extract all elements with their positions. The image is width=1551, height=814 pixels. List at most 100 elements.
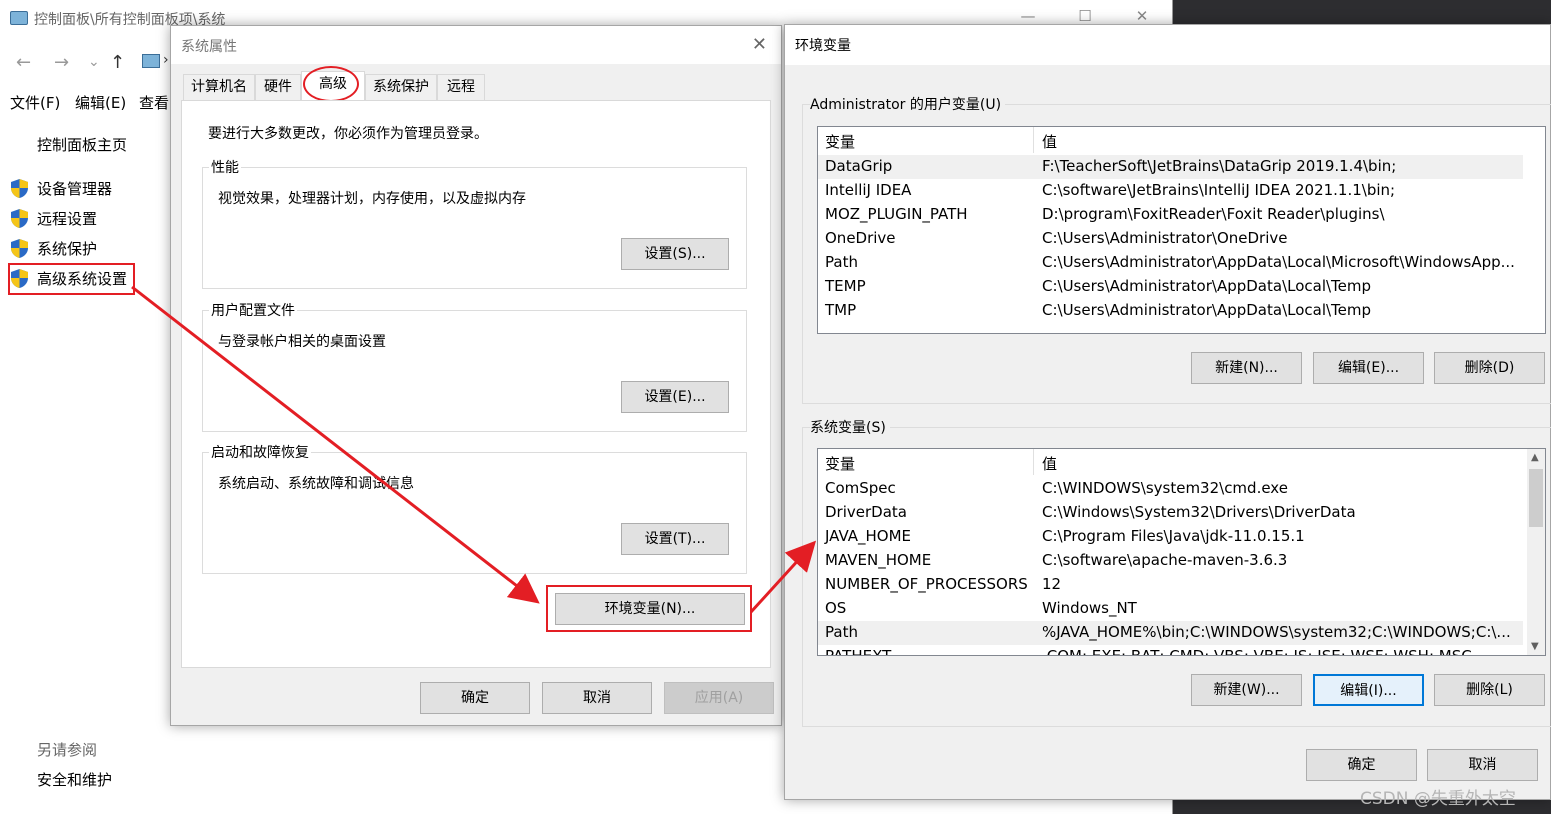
environment-variables-dialog: 环境变量 Administrator 的用户变量(U) 变量 值 DataGri… [784,24,1551,800]
table-row[interactable]: Path C:\Users\Administrator\AppData\Loca… [818,251,1523,275]
variable-name: OS [825,599,846,617]
menu-edit[interactable]: 编辑(E) [75,92,126,113]
variable-name: DataGrip [825,157,892,175]
breadcrumb-chevron-icon[interactable]: › [163,52,169,68]
performance-group: 性能 视觉效果，处理器计划，内存使用，以及虚拟内存 设置(S)... [202,167,747,289]
maximize-button[interactable]: ☐ [1075,6,1095,26]
column-value-header[interactable]: 值 [1042,131,1057,152]
user-variables-table[interactable]: 变量 值 DataGrip F:\TeacherSoft\JetBrains\D… [817,126,1546,334]
menu-file[interactable]: 文件(F) [10,92,60,113]
table-row[interactable]: ComSpec C:\WINDOWS\system32\cmd.exe [818,477,1523,501]
table-row[interactable]: IntelliJ IDEA C:\software\JetBrains\Inte… [818,179,1523,203]
table-row[interactable]: DataGrip F:\TeacherSoft\JetBrains\DataGr… [818,155,1523,179]
table-row[interactable]: MAVEN_HOME C:\software\apache-maven-3.6.… [818,549,1523,573]
variable-value: C:\Windows\System32\Drivers\DriverData [1042,503,1522,521]
security-maintenance-link[interactable]: 安全和维护 [37,769,112,790]
close-icon[interactable]: ✕ [752,34,767,55]
user-edit-button[interactable]: 编辑(E)... [1313,352,1424,384]
column-name-header[interactable]: 变量 [825,453,855,474]
table-row[interactable]: DriverData C:\Windows\System32\Drivers\D… [818,501,1523,525]
column-divider[interactable] [1033,449,1034,475]
menu-view[interactable]: 查看 [139,92,169,113]
sidebar-home-link[interactable]: 控制面板主页 [37,134,127,155]
user-new-button[interactable]: 新建(N)... [1191,352,1302,384]
performance-settings-button[interactable]: 设置(S)... [621,238,729,270]
ok-button[interactable]: 确定 [1306,749,1417,781]
variable-value: Windows_NT [1042,599,1522,617]
up-arrow-icon[interactable]: ↑ [110,52,125,73]
ok-button[interactable]: 确定 [420,682,530,714]
startup-recovery-description: 系统启动、系统故障和调试信息 [218,473,414,493]
history-dropdown-icon[interactable]: ⌄ [88,54,100,70]
column-divider[interactable] [1033,127,1034,153]
variable-name: Path [825,623,858,641]
performance-description: 视觉效果，处理器计划，内存使用，以及虚拟内存 [218,188,526,208]
table-row[interactable]: TMP C:\Users\Administrator\AppData\Local… [818,299,1523,323]
sidebar-item-system-protection[interactable]: 系统保护 [37,238,97,259]
variable-name: ComSpec [825,479,896,497]
variable-value: 12 [1042,575,1522,593]
computer-icon [10,11,28,25]
variable-value: F:\TeacherSoft\JetBrains\DataGrip 2019.1… [1042,157,1522,175]
variable-name: OneDrive [825,229,896,247]
environment-variables-titlebar: 环境变量 [785,25,1550,65]
variable-name: TEMP [825,277,866,295]
column-value-header[interactable]: 值 [1042,453,1057,474]
variable-name: MOZ_PLUGIN_PATH [825,205,968,223]
tab-hardware[interactable]: 硬件 [255,74,301,100]
sidebar-item-remote-settings[interactable]: 远程设置 [37,208,97,229]
minimize-button[interactable]: — [1018,6,1038,26]
variable-value: C:\software\apache-maven-3.6.3 [1042,551,1522,569]
user-profiles-description: 与登录帐户相关的桌面设置 [218,331,386,351]
system-properties-dialog: 系统属性 ✕ 计算机名 硬件 高级 系统保护 远程 要进行大多数更改，你必须作为… [170,25,782,726]
tab-system-protection[interactable]: 系统保护 [365,74,437,100]
tab-remote[interactable]: 远程 [437,74,485,100]
system-new-button[interactable]: 新建(W)... [1191,674,1302,706]
variable-name: NUMBER_OF_PROCESSORS [825,575,1028,593]
user-profiles-settings-button[interactable]: 设置(E)... [621,381,729,413]
vertical-scrollbar[interactable]: ▲ ▼ [1527,449,1545,655]
sidebar-item-device-manager[interactable]: 设备管理器 [37,178,112,199]
performance-label: 性能 [209,157,241,177]
column-name-header[interactable]: 变量 [825,131,855,152]
startup-recovery-group: 启动和故障恢复 系统启动、系统故障和调试信息 设置(T)... [202,452,747,574]
table-row[interactable]: OneDrive C:\Users\Administrator\OneDrive [818,227,1523,251]
user-delete-button[interactable]: 删除(D) [1434,352,1545,384]
system-variables-table[interactable]: 变量 值 ComSpec C:\WINDOWS\system32\cmd.exe… [817,448,1546,656]
shield-icon [10,178,29,199]
variable-value: C:\Users\Administrator\OneDrive [1042,229,1522,247]
scroll-up-icon[interactable]: ▲ [1531,452,1539,463]
forward-arrow-icon[interactable]: → [54,52,69,73]
cancel-button[interactable]: 取消 [542,682,652,714]
table-row[interactable]: JAVA_HOME C:\Program Files\Java\jdk-11.0… [818,525,1523,549]
user-profiles-label: 用户配置文件 [209,300,297,320]
table-row[interactable]: MOZ_PLUGIN_PATH D:\program\FoxitReader\F… [818,203,1523,227]
table-row[interactable]: Path %JAVA_HOME%\bin;C:\WINDOWS\system32… [818,621,1523,645]
table-row[interactable]: OS Windows_NT [818,597,1523,621]
advanced-tab-panel: 要进行大多数更改，你必须作为管理员登录。 性能 视觉效果，处理器计划，内存使用，… [181,100,771,668]
close-button[interactable]: ✕ [1132,6,1152,26]
scroll-thumb[interactable] [1529,469,1543,527]
startup-recovery-label: 启动和故障恢复 [209,442,311,462]
scroll-down-icon[interactable]: ▼ [1531,641,1539,652]
cancel-button[interactable]: 取消 [1427,749,1538,781]
variable-name: JAVA_HOME [825,527,911,545]
variable-value: C:\software\JetBrains\IntelliJ IDEA 2021… [1042,181,1522,199]
tab-computer-name[interactable]: 计算机名 [183,74,255,100]
table-row[interactable]: NUMBER_OF_PROCESSORS 12 [818,573,1523,597]
apply-button[interactable]: 应用(A) [664,682,774,714]
variable-value: C:\WINDOWS\system32\cmd.exe [1042,479,1522,497]
variable-value: C:\Users\Administrator\AppData\Local\Tem… [1042,301,1522,319]
startup-recovery-settings-button[interactable]: 设置(T)... [621,523,729,555]
back-arrow-icon[interactable]: ← [16,52,31,73]
system-edit-button[interactable]: 编辑(I)... [1313,674,1424,706]
variable-name: TMP [825,301,856,319]
address-computer-icon [142,54,160,68]
user-profiles-group: 用户配置文件 与登录帐户相关的桌面设置 设置(E)... [202,310,747,432]
environment-variables-title: 环境变量 [795,35,851,55]
system-delete-button[interactable]: 删除(L) [1434,674,1545,706]
table-row[interactable]: PATHEXT .COM;.EXE;.BAT;.CMD;.VBS;.VBE;.J… [818,645,1523,656]
annotation-highlight-circle [303,66,359,102]
variable-name: MAVEN_HOME [825,551,931,569]
table-row[interactable]: TEMP C:\Users\Administrator\AppData\Loca… [818,275,1523,299]
